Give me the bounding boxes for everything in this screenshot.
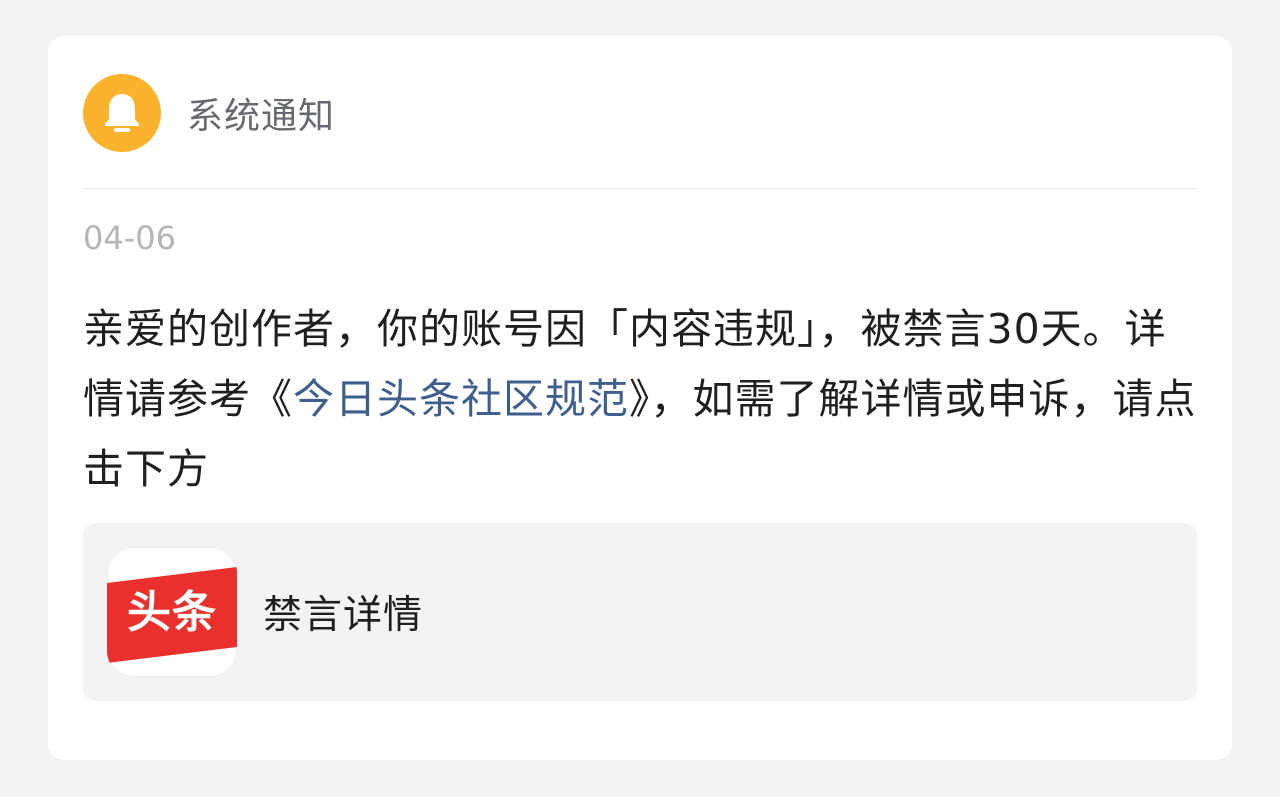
notification-date: 04-06: [83, 219, 176, 257]
mute-details-card[interactable]: 头条 禁言详情: [83, 523, 1197, 701]
bell-icon: [83, 74, 161, 152]
mute-details-label: 禁言详情: [263, 593, 424, 638]
app-logo-text: 头条: [127, 587, 217, 638]
notification-title: 系统通知: [187, 96, 336, 137]
toutiao-app-icon: 头条: [107, 547, 237, 677]
notification-message: 亲爱的创作者，你的账号因「内容违规」，被禁言30天。详情请参考《今日头条社区规范…: [83, 294, 1198, 504]
notification-card: 系统通知 04-06 亲爱的创作者，你的账号因「内容违规」，被禁言30天。详情请…: [48, 36, 1232, 760]
notification-header: 系统通知: [83, 74, 335, 152]
community-guidelines-link[interactable]: 今日头条社区规范: [293, 375, 629, 423]
divider: [83, 188, 1196, 189]
